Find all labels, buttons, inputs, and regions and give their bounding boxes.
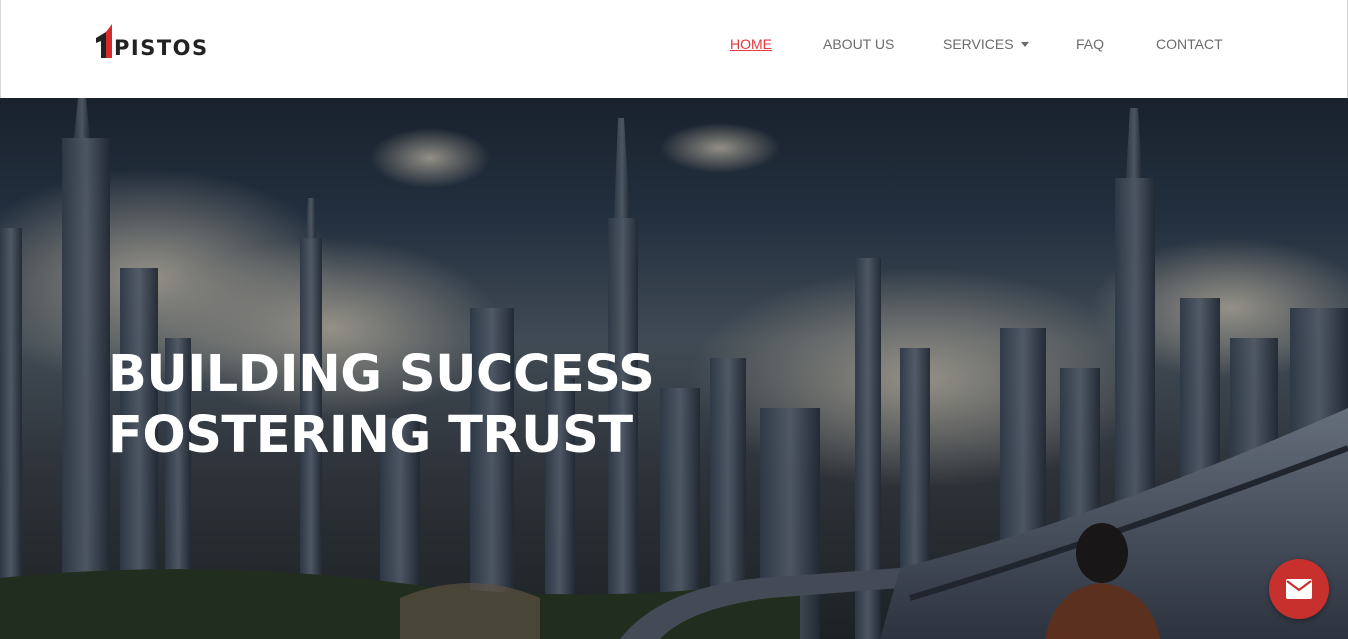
nav-about-us[interactable]: ABOUT US	[823, 35, 894, 53]
nav-faq[interactable]: FAQ	[1076, 35, 1104, 53]
main-nav: HOME ABOUT US SERVICES FAQ CONTACT	[1, 35, 1347, 55]
hero-title: BUILDING SUCCESS FOSTERING TRUST	[108, 344, 655, 466]
chevron-down-icon	[1020, 42, 1029, 47]
nav-services-label: SERVICES	[943, 36, 1014, 52]
hero-section: BUILDING SUCCESS FOSTERING TRUST	[0, 98, 1348, 639]
site-header: PISTOS HOME ABOUT US SERVICES FAQ CONTAC…	[0, 0, 1348, 98]
nav-home[interactable]: HOME	[730, 35, 772, 53]
hero-title-line2: FOSTERING TRUST	[108, 406, 633, 465]
nav-services[interactable]: SERVICES	[943, 35, 1029, 53]
nav-contact[interactable]: CONTACT	[1156, 35, 1223, 53]
envelope-icon	[1286, 579, 1312, 599]
hero-title-line1: BUILDING SUCCESS	[108, 345, 655, 404]
contact-fab-button[interactable]	[1269, 559, 1329, 619]
